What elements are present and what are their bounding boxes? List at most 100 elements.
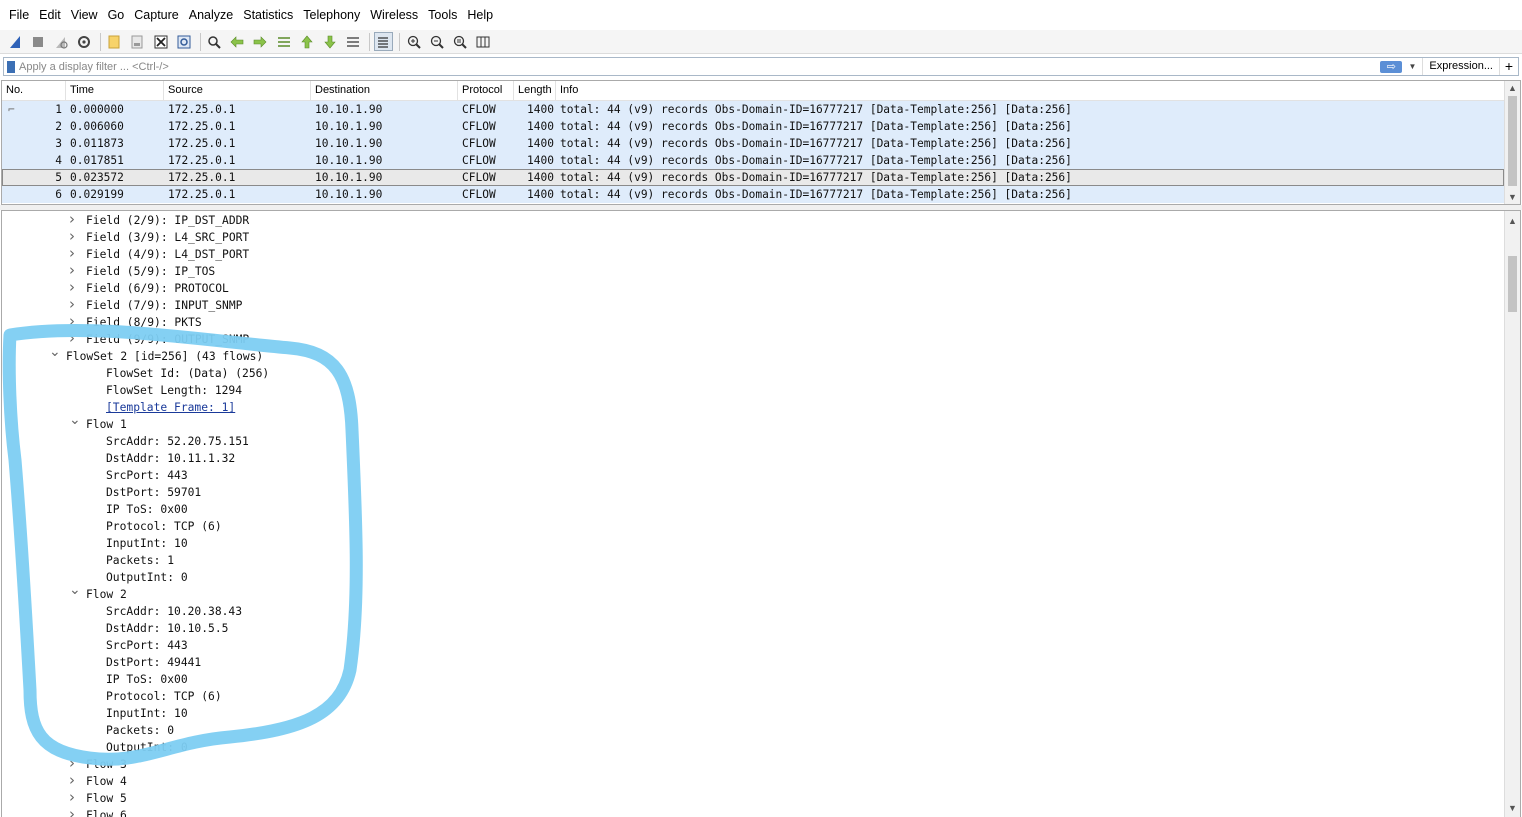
tree-item[interactable]: SrcPort: 443 bbox=[106, 467, 188, 484]
tree-item[interactable]: Field (2/9): IP_DST_ADDR bbox=[86, 212, 249, 229]
chevron-right-icon[interactable]: › bbox=[69, 329, 75, 347]
menu-telephony[interactable]: Telephony bbox=[298, 0, 365, 30]
chevron-right-icon[interactable]: › bbox=[69, 211, 75, 228]
tree-item[interactable]: DstPort: 49441 bbox=[106, 654, 201, 671]
menu-view[interactable]: View bbox=[66, 0, 103, 30]
chevron-right-icon[interactable]: › bbox=[69, 312, 75, 330]
packet-row[interactable]: 3 0.011873 172.25.0.1 10.10.1.90 CFLOW 1400 to… bbox=[2, 135, 1504, 152]
tree-item[interactable]: Protocol: TCP (6) bbox=[106, 518, 222, 535]
tree-item[interactable]: SrcAddr: 52.20.75.151 bbox=[106, 433, 249, 450]
chevron-right-icon[interactable]: › bbox=[69, 295, 75, 313]
menu-help[interactable]: Help bbox=[462, 0, 498, 30]
menu-file[interactable]: File bbox=[4, 0, 34, 30]
packet-row[interactable]: 1 0.000000 172.25.0.1 10.10.1.90 CFLOW 1400 to… bbox=[2, 101, 1504, 118]
tree-item[interactable]: Field (3/9): L4_SRC_PORT bbox=[86, 229, 249, 246]
packet-row[interactable]: 2 0.006060 172.25.0.1 10.10.1.90 CFLOW 1400 to… bbox=[2, 118, 1504, 135]
tree-item[interactable]: DstAddr: 10.11.1.32 bbox=[106, 450, 235, 467]
menu-wireless[interactable]: Wireless bbox=[365, 0, 423, 30]
chevron-right-icon[interactable]: › bbox=[69, 805, 75, 817]
column-header-time[interactable]: Time bbox=[66, 81, 164, 100]
tree-item[interactable]: FlowSet 2 [id=256] (43 flows) bbox=[66, 348, 263, 365]
chevron-right-icon[interactable]: › bbox=[69, 261, 75, 279]
tree-item[interactable]: SrcPort: 443 bbox=[106, 637, 188, 654]
bookmark-icon[interactable] bbox=[7, 60, 15, 73]
save-file-icon[interactable] bbox=[128, 32, 147, 51]
scrollbar-thumb[interactable] bbox=[1508, 96, 1517, 186]
tree-item[interactable]: Field (5/9): IP_TOS bbox=[86, 263, 215, 280]
chevron-right-icon[interactable]: › bbox=[69, 244, 75, 262]
menu-go[interactable]: Go bbox=[103, 0, 130, 30]
scrollbar-thumb[interactable] bbox=[1508, 256, 1517, 312]
tree-item[interactable]: Packets: 1 bbox=[106, 552, 174, 569]
tree-item[interactable]: OutputInt: 0 bbox=[106, 569, 188, 586]
packet-row[interactable]: 5 0.023572 172.25.0.1 10.10.1.90 CFLOW 1400 to… bbox=[2, 169, 1504, 186]
tree-item[interactable]: DstAddr: 10.10.5.5 bbox=[106, 620, 228, 637]
open-file-icon[interactable] bbox=[105, 32, 124, 51]
packet-row[interactable]: 6 0.029199 172.25.0.1 10.10.1.90 CFLOW 1400 to… bbox=[2, 186, 1504, 203]
auto-scroll-icon[interactable] bbox=[344, 32, 363, 51]
tree-item[interactable]: Protocol: TCP (6) bbox=[106, 688, 222, 705]
tree-item[interactable]: Flow 6 bbox=[86, 807, 127, 817]
chevron-down-icon[interactable]: ⌄ bbox=[69, 412, 81, 428]
tree-item[interactable]: Field (4/9): L4_DST_PORT bbox=[86, 246, 249, 263]
packet-list-scrollbar[interactable]: ▲ ▼ bbox=[1504, 81, 1520, 204]
chevron-right-icon[interactable]: › bbox=[69, 278, 75, 296]
column-header-destination[interactable]: Destination bbox=[311, 81, 458, 100]
tree-item[interactable]: Flow 4 bbox=[86, 773, 127, 790]
tree-item[interactable]: Field (7/9): INPUT_SNMP bbox=[86, 297, 242, 314]
go-forward-icon[interactable] bbox=[251, 32, 270, 51]
tree-item[interactable]: Field (9/9): OUTPUT_SNMP bbox=[86, 331, 249, 348]
tree-item[interactable]: FlowSet Length: 1294 bbox=[106, 382, 242, 399]
tree-item[interactable]: InputInt: 10 bbox=[106, 535, 188, 552]
chevron-down-icon[interactable]: ▼ bbox=[1505, 801, 1520, 815]
zoom-normal-icon[interactable] bbox=[450, 32, 469, 51]
stop-icon[interactable] bbox=[28, 32, 47, 51]
chevron-down-icon[interactable]: ⌄ bbox=[49, 344, 61, 360]
tree-item[interactable]: Flow 1 bbox=[86, 416, 127, 433]
chevron-up-icon[interactable]: ▲ bbox=[1505, 81, 1520, 95]
add-filter-button[interactable]: + bbox=[1499, 58, 1518, 75]
column-header-source[interactable]: Source bbox=[164, 81, 311, 100]
zoom-in-icon[interactable] bbox=[404, 32, 423, 51]
details-scrollbar[interactable]: ▲ ▼ bbox=[1504, 211, 1520, 817]
tree-item[interactable]: Flow 5 bbox=[86, 790, 127, 807]
chevron-up-icon[interactable]: ▲ bbox=[1505, 214, 1520, 228]
go-back-icon[interactable] bbox=[228, 32, 247, 51]
template-frame-link[interactable]: [Template Frame: 1] bbox=[106, 401, 235, 414]
chevron-right-icon[interactable]: › bbox=[69, 754, 75, 772]
close-file-icon[interactable] bbox=[151, 32, 170, 51]
resize-columns-icon[interactable] bbox=[474, 32, 493, 51]
find-icon[interactable] bbox=[205, 32, 224, 51]
column-header-no[interactable]: No. bbox=[2, 81, 66, 100]
tree-item[interactable]: DstPort: 59701 bbox=[106, 484, 201, 501]
chevron-right-icon[interactable]: › bbox=[69, 788, 75, 806]
menu-capture[interactable]: Capture bbox=[129, 0, 183, 30]
tree-item[interactable]: InputInt: 10 bbox=[106, 705, 188, 722]
tree-item[interactable]: IP ToS: 0x00 bbox=[106, 501, 188, 518]
tree-item[interactable]: Field (8/9): PKTS bbox=[86, 314, 202, 331]
last-packet-icon[interactable] bbox=[320, 32, 339, 51]
menu-statistics[interactable]: Statistics bbox=[238, 0, 298, 30]
tree-item[interactable]: [Template Frame: 1] bbox=[106, 399, 235, 416]
packet-row[interactable]: 4 0.017851 172.25.0.1 10.10.1.90 CFLOW 1400 to… bbox=[2, 152, 1504, 169]
display-filter-input[interactable] bbox=[19, 59, 1381, 74]
menu-edit[interactable]: Edit bbox=[34, 0, 66, 30]
tree-item[interactable]: SrcAddr: 10.20.38.43 bbox=[106, 603, 242, 620]
tree-item[interactable]: IP ToS: 0x00 bbox=[106, 671, 188, 688]
apply-filter-arrow-icon[interactable]: ⇨ bbox=[1380, 60, 1403, 73]
reload-icon[interactable] bbox=[174, 32, 193, 51]
menu-analyze[interactable]: Analyze bbox=[184, 0, 238, 30]
column-header-protocol[interactable]: Protocol bbox=[458, 81, 514, 100]
chevron-down-icon[interactable]: ⌄ bbox=[69, 582, 81, 598]
tree-item[interactable]: Flow 3 bbox=[86, 756, 127, 773]
first-packet-icon[interactable] bbox=[297, 32, 316, 51]
tree-item[interactable]: OutputInt: 0 bbox=[106, 739, 188, 756]
tree-item[interactable]: Flow 2 bbox=[86, 586, 127, 603]
tree-item[interactable]: Field (6/9): PROTOCOL bbox=[86, 280, 229, 297]
column-header-length[interactable]: Length bbox=[514, 81, 556, 100]
shark-fin-start-icon[interactable] bbox=[5, 32, 24, 51]
column-header-info[interactable]: Info bbox=[556, 81, 1476, 100]
chevron-right-icon[interactable]: › bbox=[69, 227, 75, 245]
chevron-right-icon[interactable]: › bbox=[69, 771, 75, 789]
colorize-icon[interactable] bbox=[373, 32, 393, 51]
